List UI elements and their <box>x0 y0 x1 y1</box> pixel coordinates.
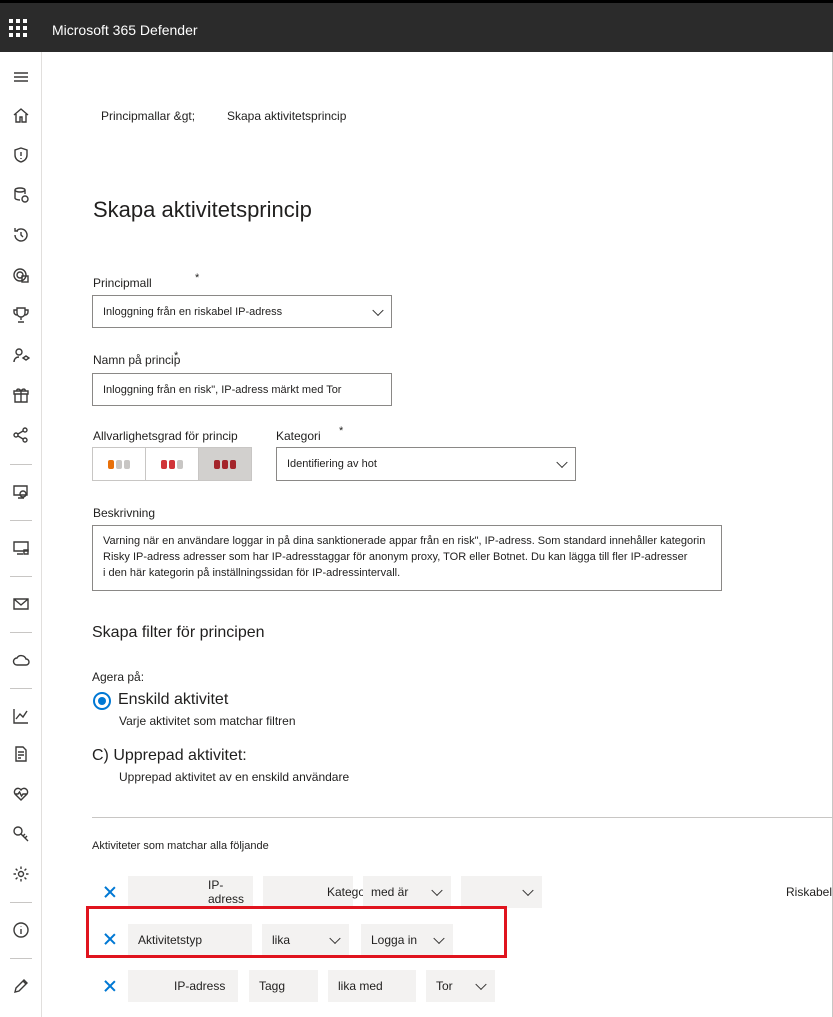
repeated-activity-option[interactable]: C) Upprepad aktivitet: <box>92 747 247 765</box>
page-title: Skapa aktivitetsprincip <box>93 197 312 222</box>
highlight-box <box>86 906 507 958</box>
act-on-label: Agera på: <box>92 670 145 684</box>
audit-icon[interactable] <box>11 744 31 764</box>
filter-subfield-select[interactable]: Tagg <box>249 970 318 1002</box>
category-label: Kategori <box>276 429 321 443</box>
learning-hub-icon[interactable] <box>11 345 31 365</box>
section-divider <box>92 817 833 818</box>
filter-trailing-value: Riskabel <box>786 885 833 899</box>
filter-operator-select[interactable]: lika med <box>328 970 416 1002</box>
required-mark: * <box>195 272 200 284</box>
name-label: Namn på princip <box>93 353 181 367</box>
required-mark: * <box>339 425 344 437</box>
threat-analytics-icon[interactable] <box>11 265 31 285</box>
policy-name-value: Inloggning från en risk", IP-adress märk… <box>103 383 342 396</box>
severity-selector <box>92 447 252 481</box>
filter-field-value: IP-adress <box>208 878 245 906</box>
breadcrumb-current: Skapa aktivitetsprincip <box>227 109 347 123</box>
filter-operator-value: med är <box>371 885 409 899</box>
filter-value: Tor <box>436 979 453 993</box>
permissions-icon[interactable] <box>11 824 31 844</box>
category-dropdown[interactable]: Identifiering av hot <box>276 447 576 481</box>
info-icon[interactable] <box>11 920 31 940</box>
single-activity-description: Varje aktivitet som matchar filtren <box>119 714 296 728</box>
chevron-down-icon <box>372 304 384 316</box>
filters-heading: Skapa filter för principen <box>92 624 265 641</box>
app-title[interactable]: Microsoft 365 Defender <box>52 22 198 38</box>
assets-icon[interactable] <box>11 482 31 502</box>
chevron-down-icon <box>556 456 568 469</box>
filter-operator-select[interactable]: med är <box>363 876 451 908</box>
menu-icon[interactable] <box>11 67 31 87</box>
chevron-down-icon <box>522 884 534 897</box>
template-value: Inloggning från en riskabel IP-adress <box>103 305 283 318</box>
severity-label: Allvarlighetsgrad för princip <box>93 429 238 443</box>
description-line: Varning när en användare loggar in på di… <box>103 535 706 547</box>
description-textarea[interactable]: Varning när en användare loggar in på di… <box>92 525 722 591</box>
trials-icon[interactable] <box>11 385 31 405</box>
reports-icon[interactable] <box>11 706 31 726</box>
shield-icon[interactable] <box>11 145 31 165</box>
single-activity-radio[interactable] <box>93 692 111 710</box>
filter-value-select[interactable]: Tor <box>426 970 495 1002</box>
match-all-label: Aktiviteter som matchar alla följande <box>92 840 269 852</box>
home-icon[interactable] <box>11 105 31 125</box>
filter-subfield-value: Tagg <box>259 979 286 993</box>
incidents-icon[interactable] <box>11 185 31 205</box>
endpoints-icon[interactable] <box>11 538 31 558</box>
left-navigation <box>0 52 42 1017</box>
app-launcher-icon[interactable] <box>9 19 27 37</box>
filter-field-value: IP-adress <box>174 979 226 993</box>
email-icon[interactable] <box>11 594 31 614</box>
customize-icon[interactable] <box>11 976 31 996</box>
description-line: Risky IP-adress adresser som har IP-adre… <box>103 551 688 563</box>
single-activity-title[interactable]: Enskild aktivitet <box>118 691 228 709</box>
top-bar: Microsoft 365 Defender <box>0 0 833 52</box>
filter-subfield-select[interactable]: Kategori <box>263 876 372 908</box>
policy-name-input[interactable]: Inloggning från en risk", IP-adress märk… <box>92 373 392 406</box>
filter-field-select[interactable]: IP-adress <box>128 876 253 908</box>
description-label: Beskrivning <box>93 506 156 520</box>
remove-filter-icon[interactable] <box>104 980 116 992</box>
required-mark: * <box>174 350 179 362</box>
partners-icon[interactable] <box>11 425 31 445</box>
filter-value-select[interactable] <box>461 876 542 908</box>
description-line: i den här kategorin på inställningssidan… <box>103 567 401 579</box>
chevron-down-icon <box>431 884 443 897</box>
breadcrumb-parent[interactable]: Principmallar &gt; <box>101 109 195 123</box>
hunting-icon[interactable] <box>11 225 31 245</box>
remove-filter-icon[interactable] <box>104 886 116 898</box>
repeated-activity-description: Upprepad aktivitet av en enskild använda… <box>119 770 350 784</box>
template-dropdown[interactable]: Inloggning från en riskabel IP-adress <box>92 295 392 328</box>
cloud-apps-icon[interactable] <box>11 650 31 670</box>
template-label: Principmall <box>93 276 152 290</box>
severity-low-button[interactable] <box>93 448 146 480</box>
category-value: Identifiering av hot <box>287 458 377 470</box>
filter-operator-value: lika med <box>338 979 383 993</box>
severity-high-button[interactable] <box>199 448 251 480</box>
main-content: Principmallar &gt; Skapa aktivitetsprinc… <box>43 52 833 1017</box>
severity-medium-button[interactable] <box>146 448 199 480</box>
health-icon[interactable] <box>11 784 31 804</box>
chevron-down-icon <box>475 978 487 991</box>
filter-field-select[interactable]: IP-adress <box>128 970 238 1002</box>
secure-score-icon[interactable] <box>11 305 31 325</box>
settings-icon[interactable] <box>11 864 31 884</box>
